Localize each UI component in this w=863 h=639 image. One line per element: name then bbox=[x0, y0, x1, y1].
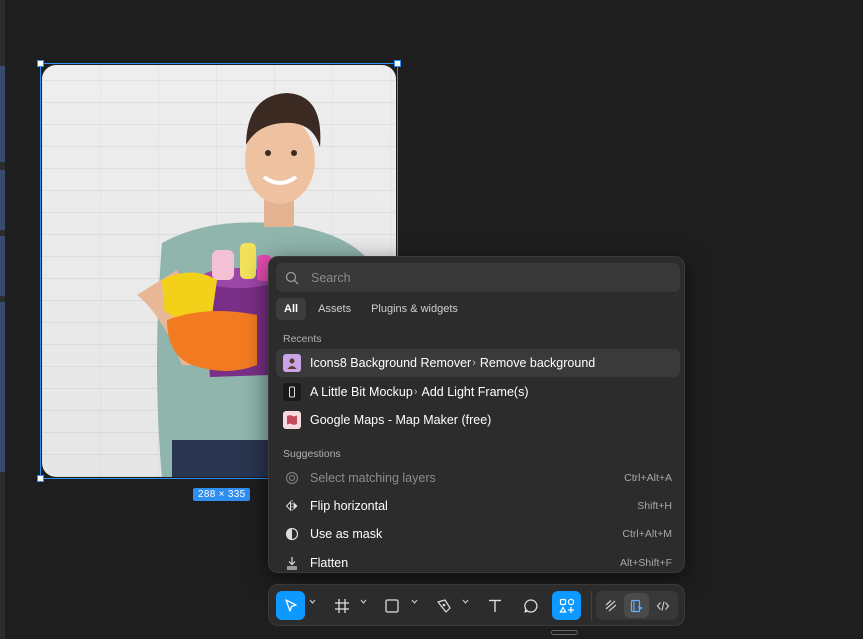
design-mode-button[interactable] bbox=[624, 593, 649, 618]
chevron-down-icon[interactable] bbox=[360, 599, 367, 604]
text-tool-button[interactable] bbox=[480, 591, 509, 620]
tab-all[interactable]: All bbox=[276, 298, 307, 320]
suggestion-flip-horizontal[interactable]: Flip horizontal Shift+H bbox=[276, 492, 680, 520]
search-input[interactable] bbox=[309, 269, 653, 286]
suggestion-label: Flip horizontal bbox=[310, 499, 388, 513]
toolbar-divider bbox=[591, 591, 592, 620]
resize-handle-bottom-left[interactable] bbox=[37, 475, 44, 482]
suggestion-label: Flatten bbox=[310, 556, 349, 570]
mask-icon bbox=[283, 525, 301, 543]
rectangle-icon bbox=[384, 598, 399, 613]
chevron-down-icon[interactable] bbox=[411, 599, 418, 604]
left-panel-segment bbox=[0, 236, 5, 296]
recents-heading: Recents bbox=[283, 333, 322, 345]
suggestion-label: Use as mask bbox=[310, 527, 383, 541]
pen-icon bbox=[436, 598, 451, 613]
pen-tool-button[interactable] bbox=[429, 591, 458, 620]
mockup-plugin-icon bbox=[283, 383, 301, 401]
target-icon bbox=[283, 469, 301, 487]
recent-plugin-name: Google Maps - Map Maker (free) bbox=[310, 413, 492, 427]
suggestion-use-as-mask[interactable]: Use as mask Ctrl+Alt+M bbox=[276, 520, 680, 548]
map-plugin-icon bbox=[283, 411, 301, 429]
recent-item-icons8[interactable]: Icons8 Background Remover › Remove backg… bbox=[276, 349, 680, 377]
code-brackets-icon bbox=[656, 600, 669, 611]
cursor-arrow-icon bbox=[284, 598, 297, 612]
shortcut-label: Shift+H bbox=[637, 500, 672, 512]
tab-plugins-widgets[interactable]: Plugins & widgets bbox=[363, 298, 466, 320]
left-panel-segment bbox=[0, 170, 5, 230]
recent-plugin-name: A Little Bit Mockup bbox=[310, 385, 413, 399]
design-mode-icon bbox=[630, 599, 643, 612]
left-panel-edge bbox=[0, 0, 5, 639]
resize-handle-top-right[interactable] bbox=[394, 60, 401, 67]
recent-item-google-maps[interactable]: Google Maps - Map Maker (free) bbox=[276, 406, 680, 434]
suggestion-flatten[interactable]: Flatten Alt+Shift+F bbox=[276, 549, 680, 572]
actions-grid-icon bbox=[558, 598, 574, 613]
recent-command-name: Remove background bbox=[479, 356, 596, 370]
left-panel-segment bbox=[0, 66, 5, 162]
chevron-right-icon: › bbox=[472, 357, 476, 369]
left-panel-segment bbox=[0, 302, 5, 472]
recent-command-name: Add Light Frame(s) bbox=[421, 385, 529, 399]
frame-hash-icon bbox=[334, 598, 349, 613]
shortcut-label: Ctrl+Alt+A bbox=[624, 472, 672, 484]
suggestion-select-matching-layers[interactable]: Select matching layers Ctrl+Alt+A bbox=[276, 464, 680, 492]
draw-lines-icon bbox=[605, 599, 616, 611]
chevron-right-icon: › bbox=[413, 386, 418, 398]
shortcut-label: Ctrl+Alt+M bbox=[622, 528, 672, 540]
chevron-down-icon[interactable] bbox=[309, 599, 316, 604]
quick-actions-menu: All Assets Plugins & widgets Recents Ico… bbox=[268, 256, 685, 573]
filter-tabs: All Assets Plugins & widgets bbox=[276, 298, 466, 320]
suggestions-heading: Suggestions bbox=[283, 448, 341, 460]
move-tool-button[interactable] bbox=[276, 591, 305, 620]
frame-tool-button[interactable] bbox=[327, 591, 356, 620]
shape-tool-button[interactable] bbox=[377, 591, 406, 620]
flatten-icon bbox=[283, 554, 301, 572]
icons8-plugin-icon bbox=[283, 354, 301, 372]
bottom-toolbar bbox=[268, 584, 685, 626]
resize-handle-top-left[interactable] bbox=[37, 60, 44, 67]
suggestion-label: Select matching layers bbox=[310, 471, 436, 485]
shortcut-label: Alt+Shift+F bbox=[620, 557, 672, 569]
flip-horizontal-icon bbox=[283, 497, 301, 515]
selection-size-badge: 288 × 335 bbox=[193, 488, 251, 501]
toolbar-grab-handle[interactable] bbox=[551, 630, 578, 635]
search-box[interactable] bbox=[276, 263, 680, 292]
text-t-icon bbox=[488, 599, 501, 612]
search-icon bbox=[285, 271, 299, 284]
dev-mode-button[interactable] bbox=[650, 593, 675, 618]
comment-tool-button[interactable] bbox=[516, 591, 545, 620]
draw-mode-button[interactable] bbox=[598, 593, 623, 618]
chevron-down-icon[interactable] bbox=[462, 599, 469, 604]
recent-item-mockup[interactable]: A Little Bit Mockup › Add Light Frame(s) bbox=[276, 378, 680, 406]
tab-assets[interactable]: Assets bbox=[310, 298, 359, 320]
recent-plugin-name: Icons8 Background Remover bbox=[310, 356, 472, 370]
actions-tool-button[interactable] bbox=[552, 591, 581, 620]
mode-switcher bbox=[596, 591, 678, 620]
comment-bubble-icon bbox=[523, 598, 537, 613]
